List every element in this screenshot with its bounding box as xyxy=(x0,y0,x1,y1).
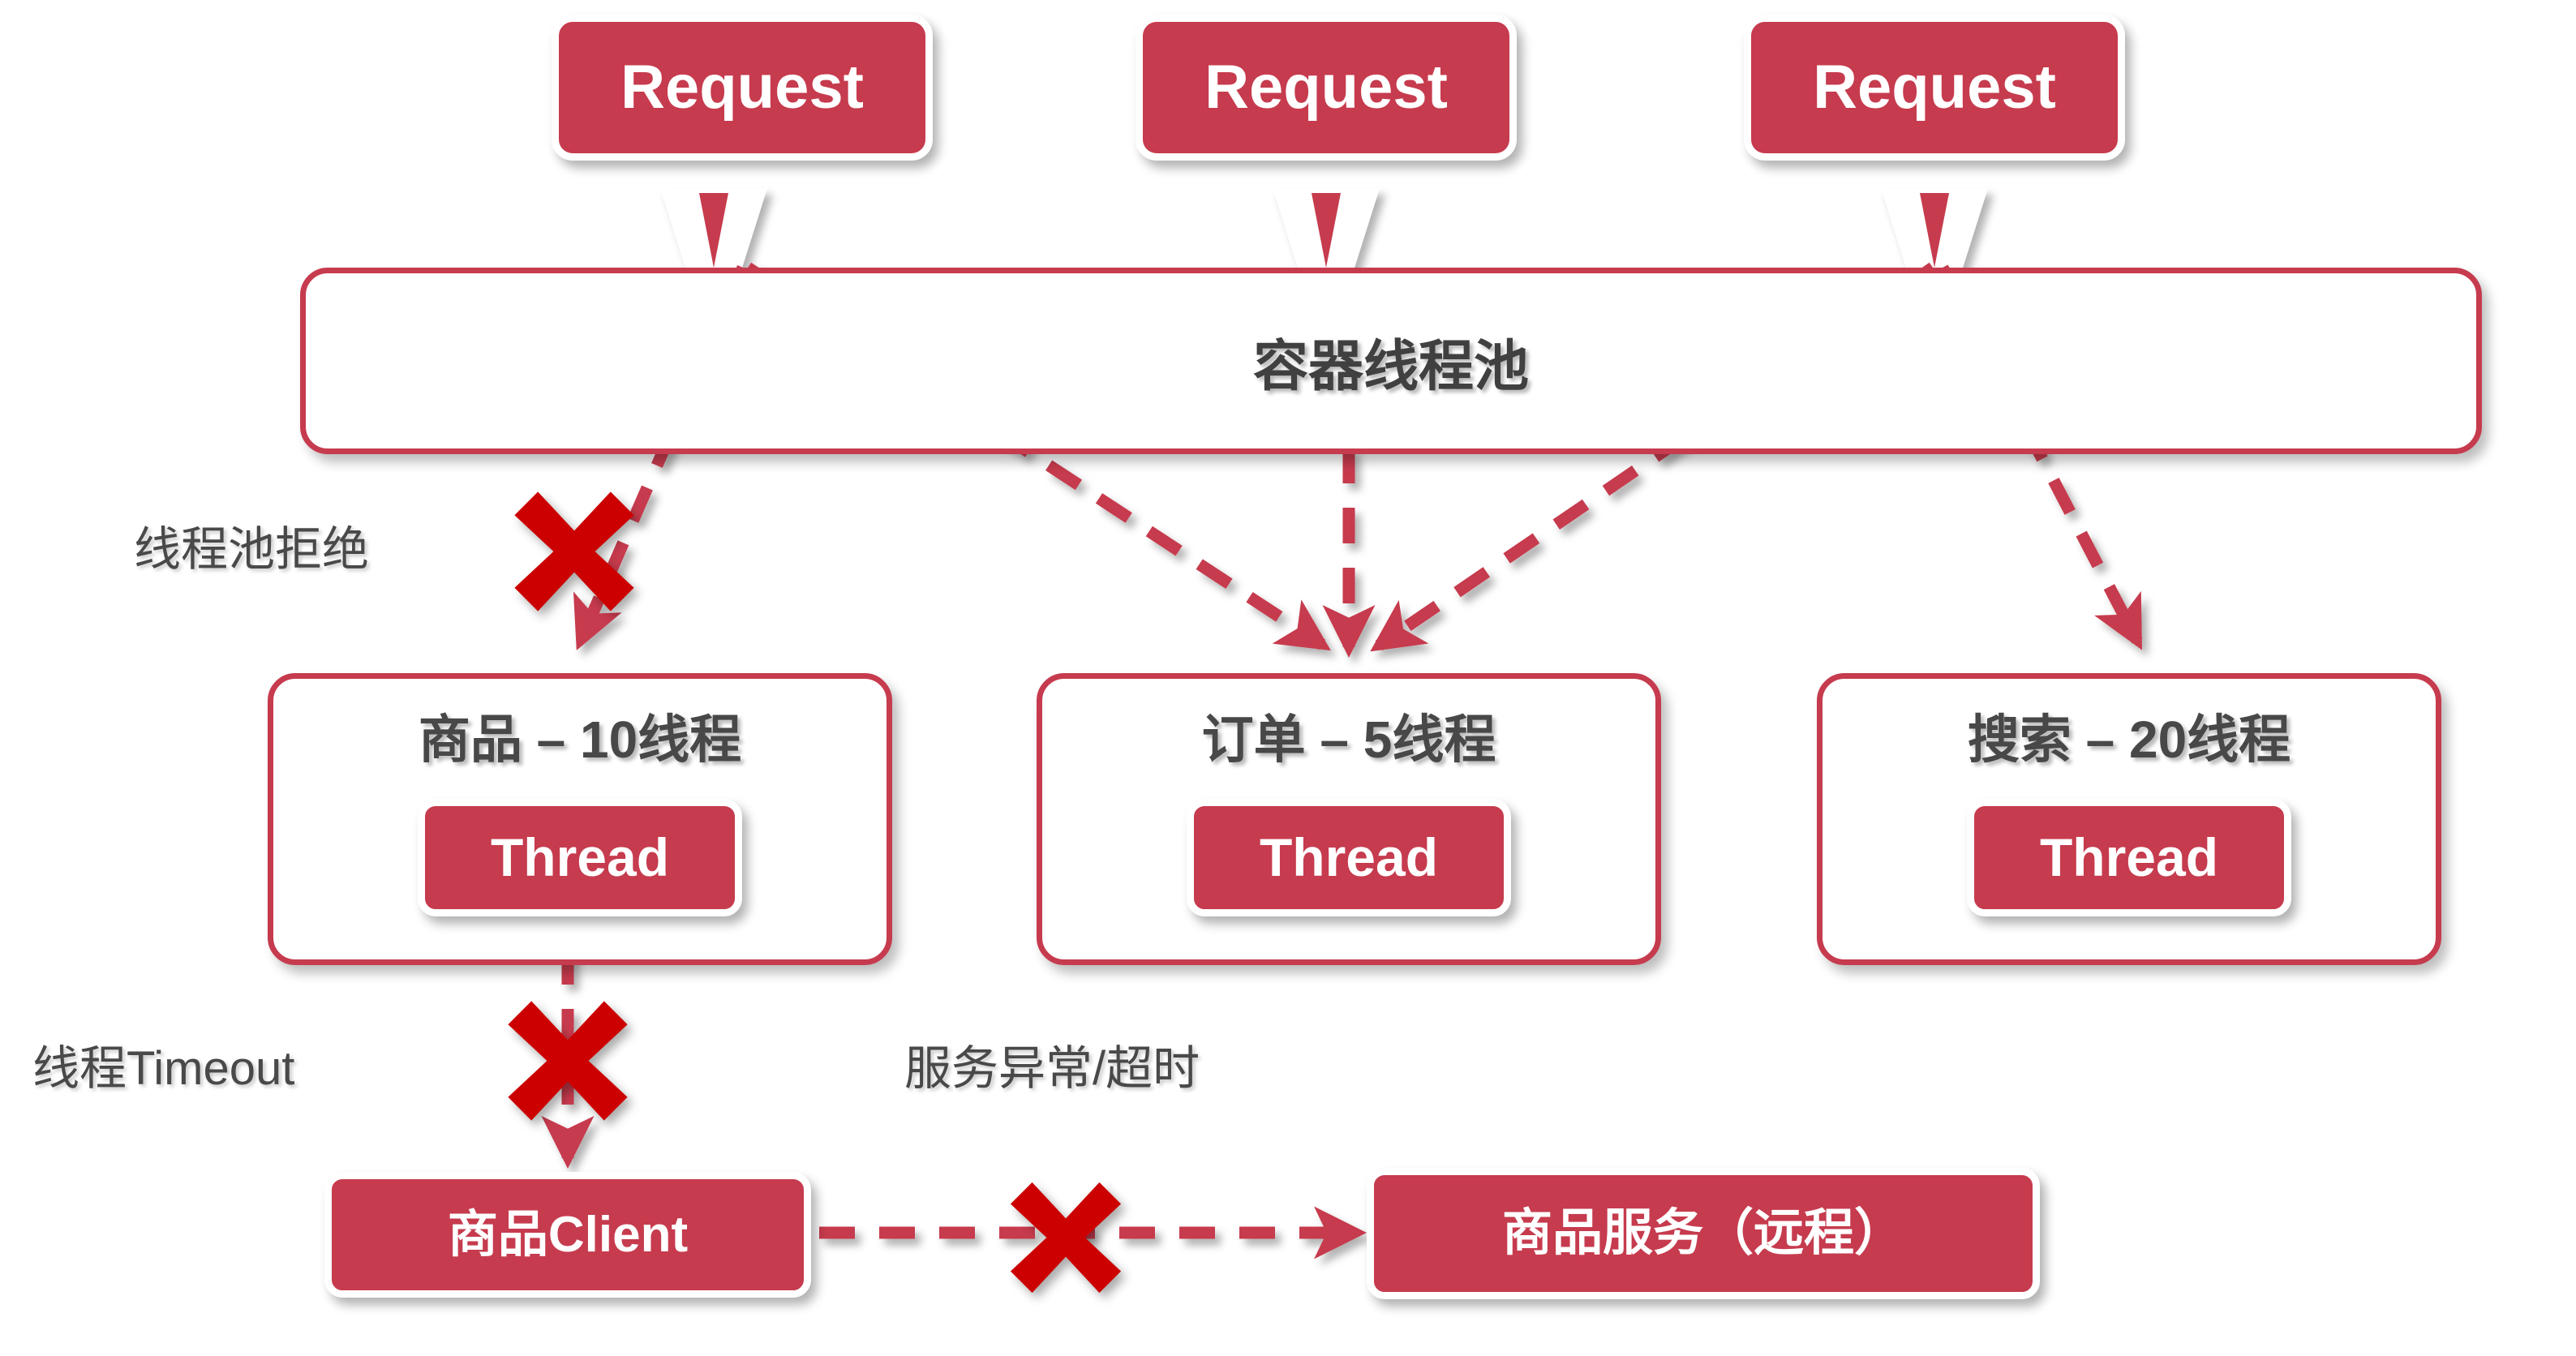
request-label: Request xyxy=(1813,53,2056,122)
request-label: Request xyxy=(620,53,864,122)
diagram-canvas: Request Request Request 容器线程池 商品 – 10线程 … xyxy=(0,0,2576,1356)
request-label: Request xyxy=(1204,53,1448,122)
thread-badge[interactable]: Thread xyxy=(1967,799,2291,916)
product-service-remote-box[interactable]: 商品服务（远程） xyxy=(1367,1168,2040,1299)
x-mark-icon xyxy=(508,1001,628,1121)
request-box-1[interactable]: Request xyxy=(552,15,933,161)
service-pool-product[interactable]: 商品 – 10线程 Thread xyxy=(268,673,892,965)
product-client-box[interactable]: 商品Client xyxy=(324,1172,811,1298)
product-service-remote-label: 商品服务（远程） xyxy=(1501,1205,1904,1262)
thread-badge-label: Thread xyxy=(490,826,670,887)
thread-badge-label: Thread xyxy=(2039,826,2219,887)
annotation-threadpool-reject: 线程池拒绝 xyxy=(134,523,370,576)
service-pool-title: 订单 – 5线程 xyxy=(1201,710,1496,769)
container-thread-pool-title: 容器线程池 xyxy=(1252,335,1529,397)
thread-badge[interactable]: Thread xyxy=(418,799,742,916)
container-thread-pool-title-wrap: 容器线程池 xyxy=(300,268,2482,454)
x-mark-icon xyxy=(514,491,634,611)
service-pool-title: 搜索 – 20线程 xyxy=(1967,710,2291,769)
request-box-3[interactable]: Request xyxy=(1744,15,2125,161)
x-mark-icon xyxy=(1010,1182,1122,1294)
service-pool-search[interactable]: 搜索 – 20线程 Thread xyxy=(1817,673,2441,965)
request-funnel-group xyxy=(660,162,1988,268)
thread-badge-label: Thread xyxy=(1259,826,1439,887)
service-pool-title: 商品 – 10线程 xyxy=(418,710,742,769)
annotation-thread-timeout: 线程Timeout xyxy=(32,1042,295,1095)
annotation-service-error: 服务异常/超时 xyxy=(904,1042,1200,1095)
product-client-label: 商品Client xyxy=(447,1206,689,1263)
request-box-2[interactable]: Request xyxy=(1136,15,1517,161)
request-funnel-fill-group xyxy=(699,193,1949,268)
thread-badge[interactable]: Thread xyxy=(1187,799,1511,916)
service-pool-order[interactable]: 订单 – 5线程 Thread xyxy=(1037,673,1661,965)
